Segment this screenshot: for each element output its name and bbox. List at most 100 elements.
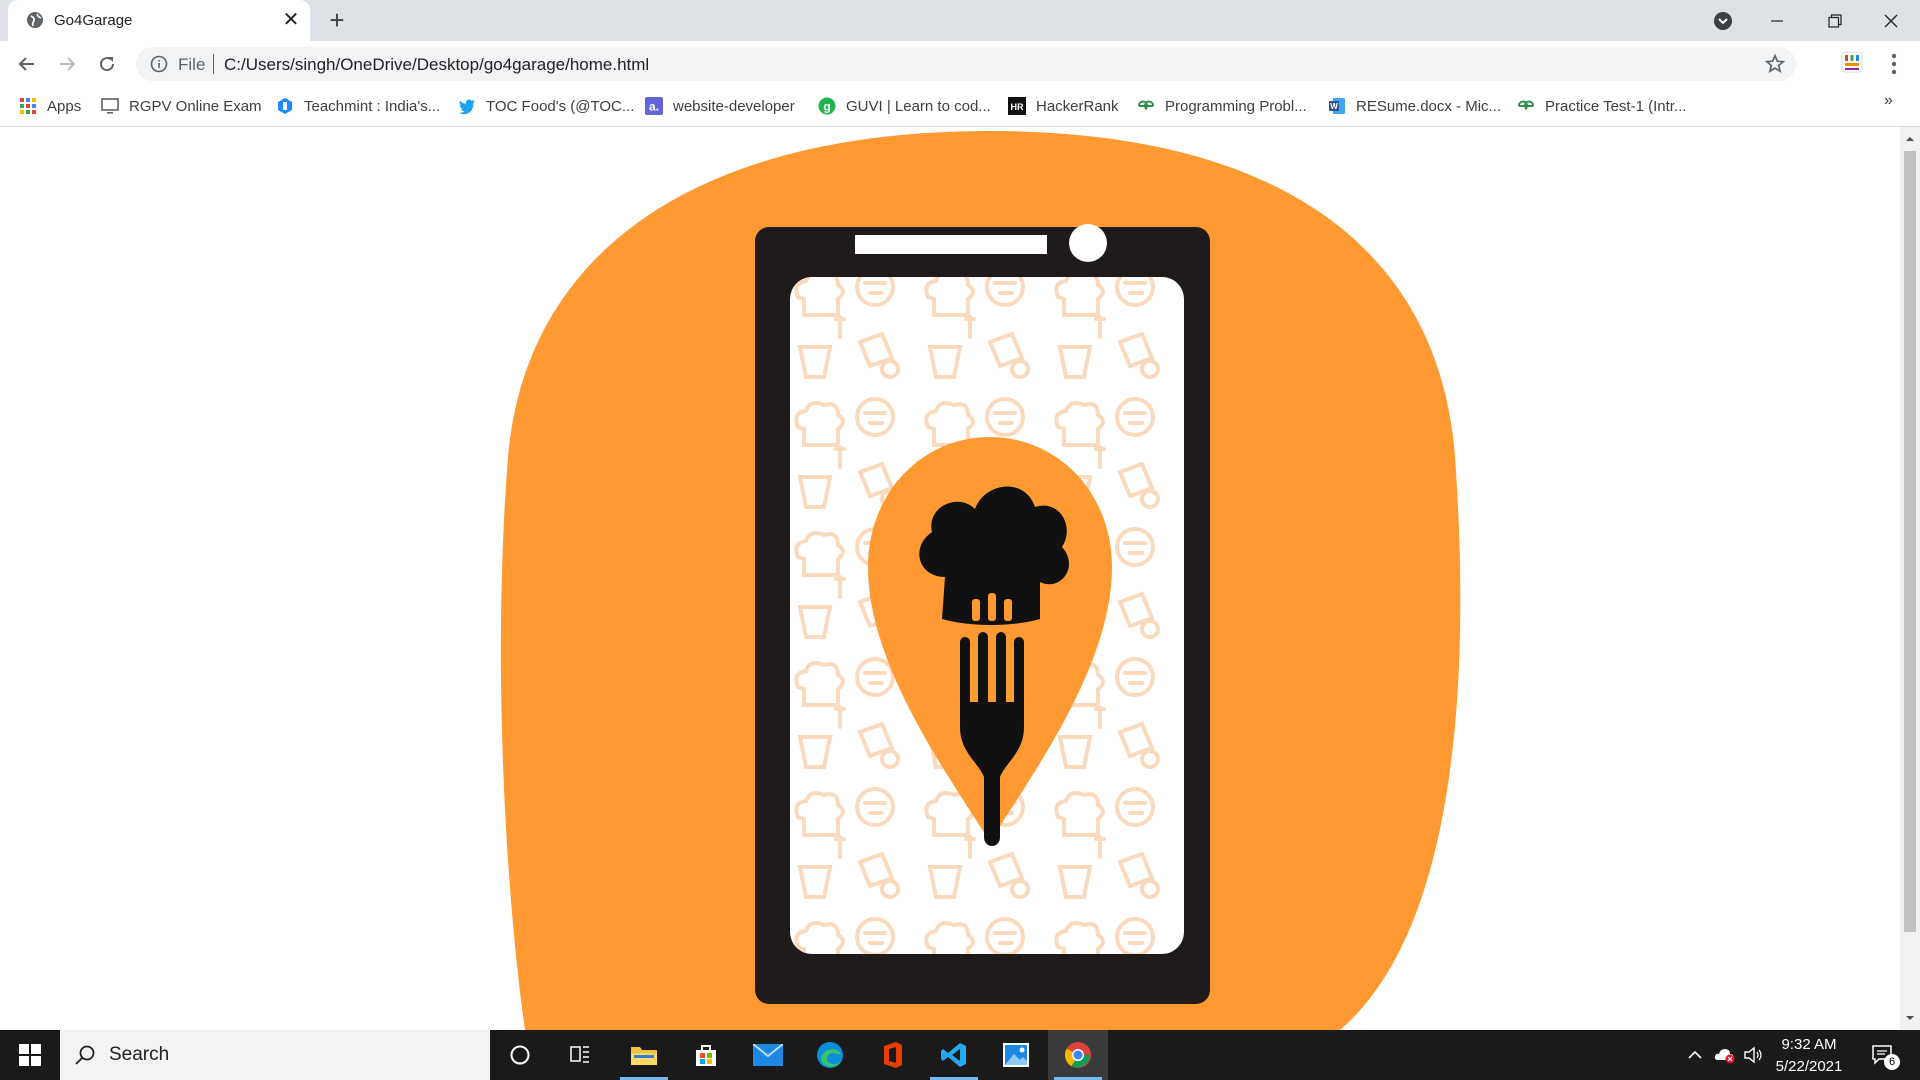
folder-icon bbox=[631, 1047, 657, 1065]
tray-volume[interactable] bbox=[1742, 1044, 1764, 1066]
apps-grid-icon bbox=[20, 98, 36, 114]
task-view-icon bbox=[570, 1046, 589, 1063]
bookmark-guvi[interactable]: g GUVI | Learn to cod... bbox=[818, 95, 991, 117]
minimize-icon bbox=[1771, 19, 1783, 22]
phone-camera bbox=[1069, 224, 1107, 262]
url-scheme: File bbox=[178, 55, 206, 74]
url-text[interactable]: C:/Users/singh/OneDrive/Desktop/go4garag… bbox=[224, 55, 649, 75]
hackerrank-icon: HR bbox=[1008, 97, 1026, 115]
arrow-right-icon bbox=[60, 57, 76, 71]
bookmark-teachmint[interactable]: Teachmint : India's... bbox=[276, 95, 440, 117]
more-vert-icon[interactable] bbox=[1882, 50, 1906, 78]
bookmark-label: RESume.docx - Mic... bbox=[1356, 97, 1502, 115]
edge-icon bbox=[817, 1042, 843, 1068]
bookmark-rgpv[interactable]: RGPV Online Exam bbox=[101, 95, 262, 117]
bookmark-label: Programming Probl... bbox=[1165, 97, 1307, 115]
restore-icon bbox=[1828, 13, 1842, 28]
bookmark-resume[interactable]: W RESume.docx - Mic... bbox=[1328, 95, 1501, 117]
bookmark-toc[interactable]: TOC Food's (@TOC... bbox=[458, 95, 634, 117]
scrollbar-thumb[interactable] bbox=[1904, 151, 1916, 932]
bookmark-website-developer[interactable]: a. website-developer bbox=[645, 95, 795, 117]
taskbar-mail[interactable] bbox=[738, 1030, 798, 1080]
taskbar-search-box[interactable]: Search bbox=[60, 1030, 490, 1080]
browser-window: Go4Garage ✕ + File C:/Users/singh/OneDri… bbox=[0, 0, 1920, 1080]
twitter-icon bbox=[458, 99, 475, 115]
tray-onedrive[interactable] bbox=[1714, 1044, 1736, 1066]
bookmarks-overflow-button[interactable]: » bbox=[1884, 92, 1893, 110]
svg-text:g: g bbox=[823, 100, 830, 114]
back-button[interactable] bbox=[13, 50, 41, 78]
close-icon bbox=[1884, 14, 1898, 27]
action-center-button[interactable]: 6 bbox=[1868, 1044, 1900, 1070]
globe-icon bbox=[27, 12, 43, 28]
scroll-down-icon[interactable] bbox=[1905, 1013, 1915, 1023]
bookmark-label: Apps bbox=[47, 97, 82, 115]
cortana-button[interactable] bbox=[490, 1030, 550, 1080]
tab-search-button[interactable] bbox=[1694, 0, 1752, 41]
tab-strip: Go4Garage ✕ + bbox=[0, 0, 1920, 41]
monitor-icon bbox=[101, 98, 119, 114]
go4garage-logo bbox=[500, 131, 1461, 1030]
page-content bbox=[0, 127, 1900, 1030]
bookmark-label: GUVI | Learn to cod... bbox=[846, 97, 991, 115]
info-icon[interactable] bbox=[150, 55, 168, 73]
taskbar-clock[interactable]: 9:32 AM 5/22/2021 bbox=[1764, 1034, 1854, 1078]
taskbar-file-explorer[interactable] bbox=[614, 1030, 674, 1080]
bookmark-label: HackerRank bbox=[1036, 97, 1119, 115]
teachmint-icon bbox=[278, 98, 292, 114]
arrow-left-icon bbox=[18, 57, 34, 71]
taskbar-edge[interactable] bbox=[800, 1030, 860, 1080]
taskbar-photos[interactable] bbox=[986, 1030, 1046, 1080]
reload-button[interactable] bbox=[93, 50, 121, 78]
bookmark-star-icon[interactable] bbox=[1764, 53, 1786, 75]
bookmark-programming-problems[interactable]: Programming Probl... bbox=[1137, 95, 1307, 117]
a-icon: a. bbox=[645, 97, 663, 115]
tab-go4garage[interactable]: Go4Garage ✕ bbox=[8, 0, 310, 41]
tray-overflow-button[interactable] bbox=[1684, 1044, 1706, 1066]
bookmark-hackerrank[interactable]: HR HackerRank bbox=[1008, 95, 1119, 117]
address-bar[interactable]: File C:/Users/singh/OneDrive/Desktop/go4… bbox=[136, 47, 1796, 81]
bookmark-label: Practice Test-1 (Intr... bbox=[1545, 97, 1687, 115]
store-icon bbox=[696, 1045, 716, 1066]
close-window-button[interactable] bbox=[1862, 0, 1920, 41]
bookmark-label: TOC Food's (@TOC... bbox=[486, 97, 635, 115]
gfg-icon bbox=[1518, 100, 1534, 110]
bookmark-apps[interactable]: Apps bbox=[19, 95, 81, 117]
taskbar-vscode[interactable] bbox=[924, 1030, 984, 1080]
svg-text:HR: HR bbox=[1011, 102, 1024, 112]
search-placeholder: Search bbox=[109, 1044, 170, 1065]
minimize-button[interactable] bbox=[1748, 0, 1806, 41]
restore-button[interactable] bbox=[1806, 0, 1864, 41]
taskbar-store[interactable] bbox=[676, 1030, 736, 1080]
reload-icon bbox=[100, 57, 115, 72]
extension-icon[interactable] bbox=[1840, 50, 1864, 74]
new-tab-button[interactable]: + bbox=[324, 7, 350, 34]
scroll-up-icon[interactable] bbox=[1905, 134, 1915, 144]
mail-icon bbox=[753, 1044, 783, 1066]
windows-taskbar: Search 9:32 AM 5/22/2021 6 bbox=[0, 1030, 1920, 1080]
bookmark-label: website-developer bbox=[673, 97, 795, 115]
task-view-button[interactable] bbox=[550, 1030, 610, 1080]
chrome-icon bbox=[1064, 1042, 1091, 1068]
phone-speaker bbox=[855, 235, 1047, 254]
cortana-icon bbox=[510, 1045, 530, 1065]
taskbar-chrome[interactable] bbox=[1048, 1030, 1108, 1080]
browser-toolbar: File C:/Users/singh/OneDrive/Desktop/go4… bbox=[0, 41, 1920, 87]
tab-close-icon[interactable]: ✕ bbox=[280, 9, 302, 31]
bookmarks-bar: Apps RGPV Online Exam Teachmint : India'… bbox=[0, 87, 1920, 127]
page-scrollbar[interactable] bbox=[1900, 127, 1920, 1030]
bookmark-practice-test[interactable]: Practice Test-1 (Intr... bbox=[1517, 95, 1686, 117]
url-separator bbox=[213, 54, 214, 74]
bookmark-label: RGPV Online Exam bbox=[129, 97, 262, 115]
start-button[interactable] bbox=[0, 1030, 60, 1080]
windows-icon bbox=[19, 1044, 41, 1066]
clock-time: 9:32 AM bbox=[1781, 1036, 1837, 1053]
bookmark-label: Teachmint : India's... bbox=[304, 97, 441, 115]
forward-button[interactable] bbox=[53, 50, 81, 78]
gfg-icon bbox=[1138, 100, 1154, 110]
taskbar-office[interactable] bbox=[862, 1030, 922, 1080]
word-icon: W bbox=[1329, 98, 1345, 114]
svg-text:a.: a. bbox=[649, 100, 659, 114]
photos-icon bbox=[1003, 1043, 1029, 1067]
guvi-icon: g bbox=[818, 97, 836, 115]
